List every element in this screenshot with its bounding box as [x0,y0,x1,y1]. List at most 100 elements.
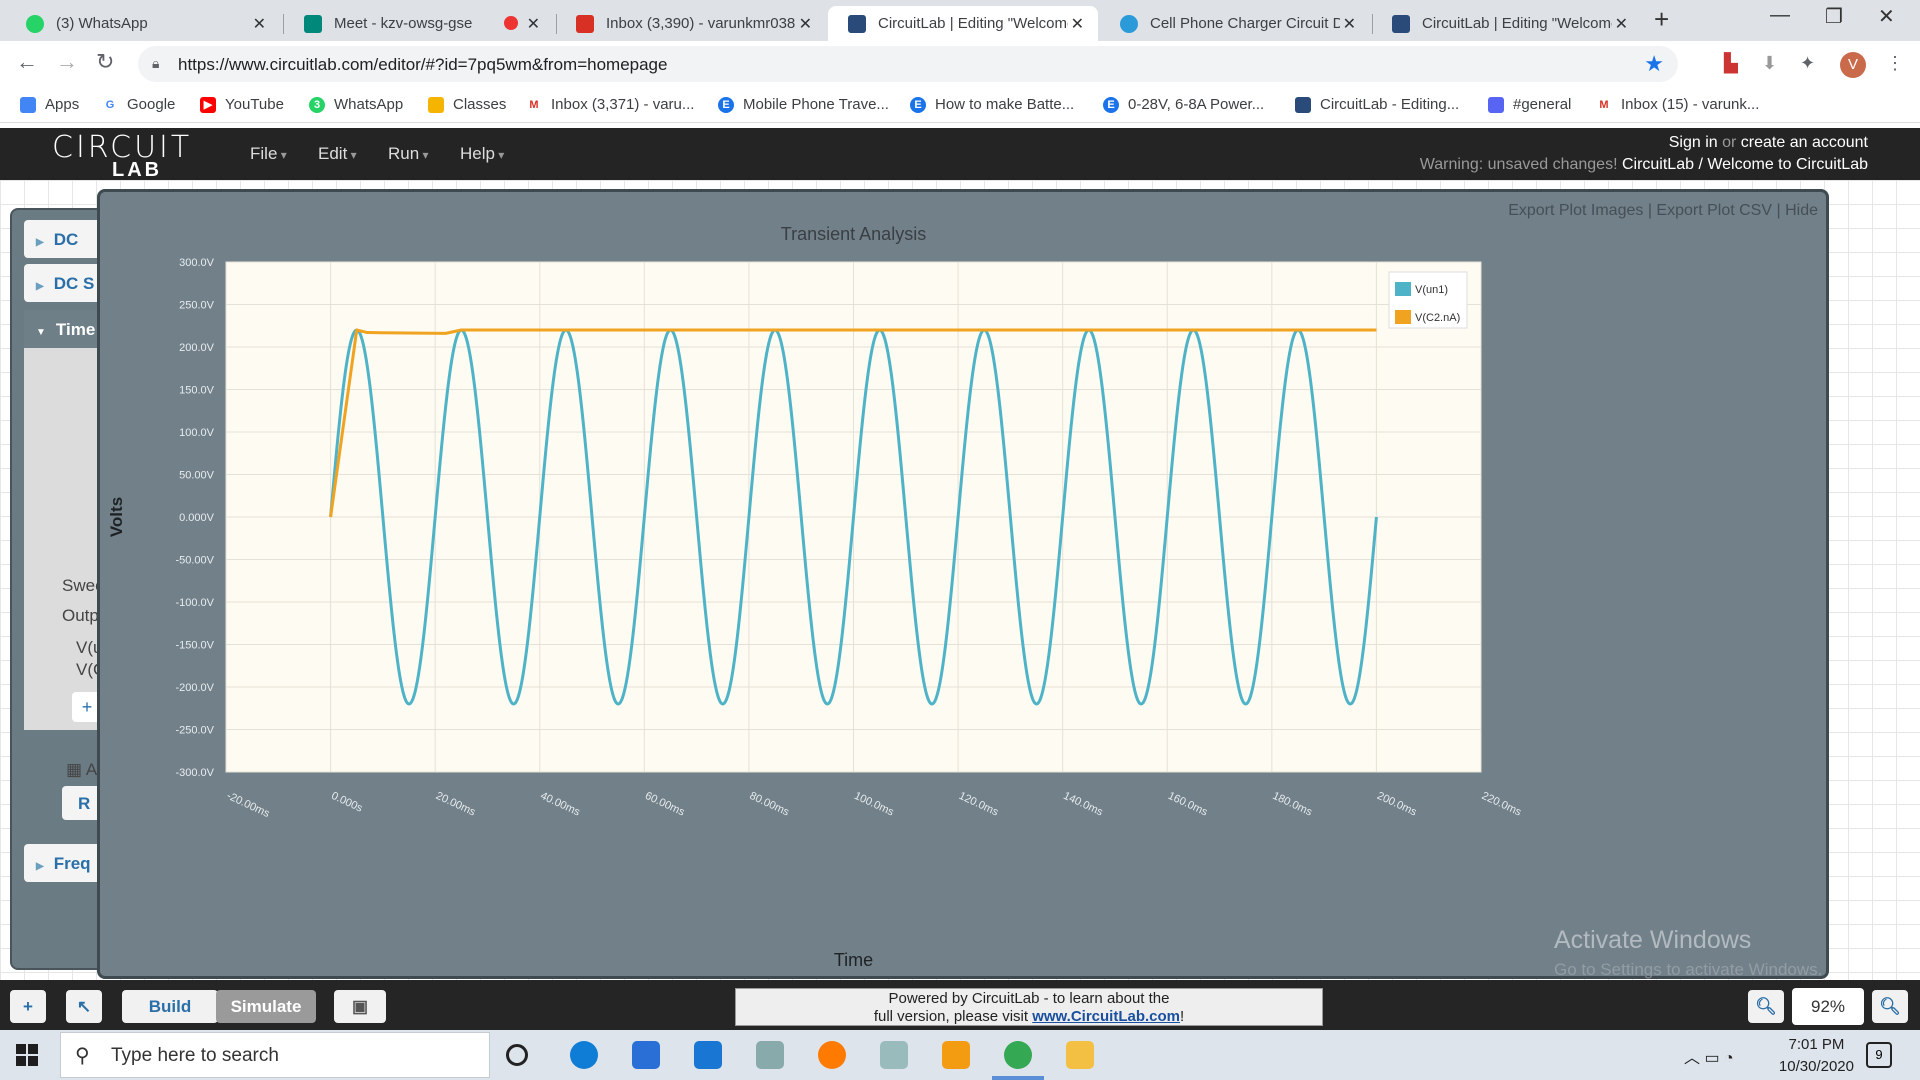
sublime-icon[interactable] [942,1041,970,1069]
image-export-button[interactable]: ▣ [334,990,386,1023]
menu-edit[interactable]: Edit [318,144,357,164]
add-component-button[interactable]: + [10,990,46,1023]
bookmark-mobile-phone[interactable]: E Mobile Phone Trave... [718,96,889,113]
browser-tab[interactable]: CircuitLab | Editing "Welcome ✕ [1372,6,1642,41]
run-label: R [78,794,91,813]
x-tick-label: -20.00ms [225,790,272,820]
plot-window: Export Plot Images | Export Plot CSV | H… [97,189,1829,979]
task-view-icon[interactable] [506,1044,528,1066]
e-icon: E [718,96,734,113]
chrome-icon[interactable] [1004,1041,1032,1069]
bookmark-label: Inbox (15) - varunk... [1621,96,1760,113]
close-tab-icon[interactable]: ✕ [1343,14,1356,34]
bookmark-inbox-2[interactable]: M Inbox (15) - varunk... [1596,96,1759,113]
bookmark-whatsapp[interactable]: 3 WhatsApp [309,96,403,113]
system-clock[interactable]: 7:01 PM 10/30/2020 [1779,1034,1854,1078]
browser-tab[interactable]: Meet - kzv-owsg-gse ✕ [284,6,554,41]
system-tray-icons[interactable]: ︿ ▭ ◔ [1684,1044,1734,1068]
clock-time: 7:01 PM [1788,1036,1845,1053]
search-icon: ⚲ [75,1045,90,1067]
menu-help[interactable]: Help [460,144,504,164]
download-icon[interactable]: ⬇ [1762,53,1777,74]
e-icon: E [1103,96,1119,113]
close-window-button[interactable]: ✕ [1878,4,1895,29]
bookmark-general[interactable]: #general [1488,96,1571,113]
close-tab-icon[interactable]: ✕ [527,14,540,34]
bookmark-power-supply[interactable]: E 0-28V, 6-8A Power... [1103,96,1264,113]
warning-text: Warning: unsaved changes! [1419,156,1618,173]
url-text[interactable]: https://www.circuitlab.com/editor/#?id=7… [178,55,667,75]
caret-right-icon: ▶ [36,281,44,292]
forward-arrow-icon[interactable]: → [56,49,78,75]
browser-tab[interactable]: Cell Phone Charger Circuit D ✕ [1100,6,1370,41]
tab-title: Meet - kzv-owsg-gse [334,15,473,32]
app-header: CIRCUIT LAB File Edit Run Help Sign in o… [0,128,1920,182]
firefox-icon[interactable] [818,1041,846,1069]
caret-right-icon: ▶ [36,237,44,248]
taskbar-search[interactable]: ⚲ Type here to search [60,1032,490,1078]
x-tick-label: 80.00ms [748,790,792,819]
bookmark-circuitlab[interactable]: CircuitLab - Editing... [1295,96,1459,113]
store-icon[interactable] [632,1041,660,1069]
browser-tab[interactable]: Inbox (3,390) - varunkmr038 ✕ [556,6,826,41]
bookmark-classes[interactable]: Classes [428,96,506,113]
close-tab-icon[interactable]: ✕ [1071,14,1084,34]
menu-file[interactable]: File [250,144,287,164]
minimize-button[interactable]: — [1770,4,1790,27]
sign-in-link[interactable]: Sign in [1669,134,1718,151]
active-app-indicator [992,1076,1044,1080]
y-tick-label: 250.0V [179,300,215,312]
chart-title: Transient Analysis [781,224,926,244]
e-icon: E [910,96,926,113]
zoom-level[interactable]: 92% [1792,988,1864,1025]
zoom-in-button[interactable]: 🔍︎ [1872,990,1908,1023]
section-label: Time [55,320,96,339]
back-arrow-icon[interactable]: ← [16,49,38,75]
paint-icon[interactable] [880,1041,908,1069]
windows-start-icon[interactable] [16,1044,38,1066]
x-tick-label: 100.0ms [852,790,896,819]
document-path[interactable]: CircuitLab / Welcome to CircuitLab [1622,156,1868,173]
simulate-button[interactable]: Simulate [216,990,316,1023]
bookmark-label: How to make Batte... [935,96,1075,113]
close-tab-icon[interactable]: ✕ [1615,14,1628,34]
app-icon[interactable] [756,1041,784,1069]
zoom-out-button[interactable]: 🔍︎ [1748,990,1784,1023]
pointer-tool-button[interactable]: ↖ [66,990,102,1023]
puzzle-extensions-icon[interactable]: ✦ [1800,53,1815,74]
file-explorer-icon[interactable] [1066,1041,1094,1069]
browser-tab-active[interactable]: CircuitLab | Editing "Welcome ✕ [828,6,1098,41]
edge-icon[interactable] [570,1041,598,1069]
y-tick-label: -250.0V [175,725,214,737]
x-tick-label: 160.0ms [1166,790,1210,819]
extension-icon[interactable]: ▙ [1724,53,1738,74]
maximize-button[interactable]: ❐ [1825,4,1843,29]
bookmark-apps[interactable]: Apps [20,96,79,113]
profile-avatar[interactable]: V [1840,52,1866,78]
mail-icon[interactable] [694,1041,722,1069]
reload-icon[interactable]: ↻ [96,49,114,75]
create-account-link[interactable]: create an account [1741,134,1868,151]
bookmark-google[interactable]: G Google [102,96,175,113]
apps-icon [20,96,36,113]
new-tab-button[interactable]: + [1654,4,1669,35]
circuitlab-icon [1392,14,1410,33]
bookmark-battery[interactable]: E How to make Batte... [910,96,1074,113]
bookmark-youtube[interactable]: ▶ YouTube [200,96,284,113]
build-button[interactable]: Build [122,990,218,1023]
bookmark-label: CircuitLab - Editing... [1320,96,1460,113]
close-tab-icon[interactable]: ✕ [253,14,266,34]
browser-tab[interactable]: (3) WhatsApp ✕ [6,6,280,41]
circuitlab-website-link[interactable]: www.CircuitLab.com [1032,1008,1180,1025]
menu-kebab-icon[interactable]: ⋮ [1886,53,1904,74]
table-icon: ▦ [66,760,83,779]
bookmark-inbox[interactable]: M Inbox (3,371) - varu... [526,96,694,113]
tab-title: (3) WhatsApp [56,15,148,32]
circuitlab-logo[interactable]: CIRCUIT LAB [52,130,192,182]
bookmark-star-icon[interactable]: ★ [1644,51,1664,77]
close-tab-icon[interactable]: ✕ [799,14,812,34]
y-tick-label: -50.00V [175,555,214,567]
notifications-icon[interactable]: 9 [1866,1042,1892,1068]
menu-run[interactable]: Run [388,144,429,164]
address-bar[interactable]: 🔒︎ https://www.circuitlab.com/editor/#?i… [138,46,1678,82]
